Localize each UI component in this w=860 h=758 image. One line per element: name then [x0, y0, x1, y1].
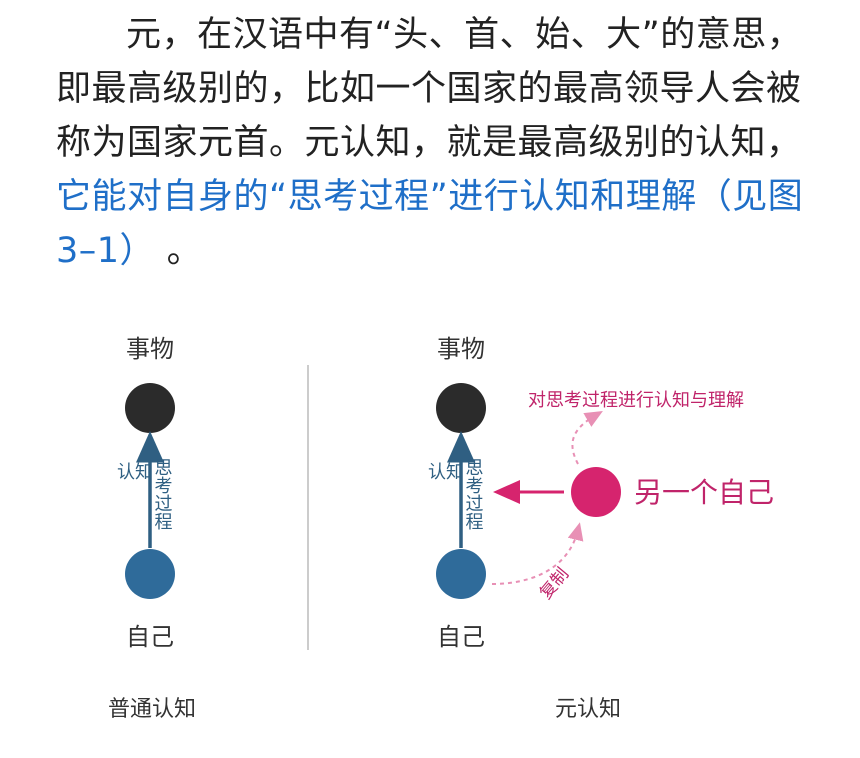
thing-node — [125, 383, 175, 433]
self-label: 自己 — [126, 623, 174, 651]
ordinary-cognition-caption: 普通认知 — [108, 697, 196, 722]
thing-label: 事物 — [126, 335, 174, 363]
self-node — [125, 549, 175, 599]
cognition-side-label: 认知 — [428, 462, 464, 483]
metacognition-diagram: 事物 认知 思考过程 自己 另一个自己 对思考过程进行认知与理解 复制 元认知 — [428, 335, 774, 722]
reflect-label: 对思考过程进行认知与理解 — [528, 390, 744, 411]
ordinary-cognition-diagram: 事物 认知 思考过程 自己 普通认知 — [108, 335, 196, 722]
cognition-figure: 事物 认知 思考过程 自己 普通认知 事物 认知 思考过程 自己 另一个自己 对… — [108, 335, 774, 722]
thinking-process-label: 思考过程 — [152, 458, 173, 530]
other-self-node — [571, 467, 621, 517]
reflect-arrow — [571, 410, 603, 465]
cognition-side-label: 认知 — [117, 462, 153, 483]
thing-node — [436, 383, 486, 433]
other-self-label: 另一个自己 — [634, 476, 774, 509]
thinking-process-label: 思考过程 — [463, 458, 484, 530]
thing-label: 事物 — [437, 335, 485, 363]
copy-label: 复制 — [536, 564, 573, 603]
metacognition-caption: 元认知 — [555, 697, 621, 722]
self-node — [436, 549, 486, 599]
self-label: 自己 — [437, 623, 485, 651]
